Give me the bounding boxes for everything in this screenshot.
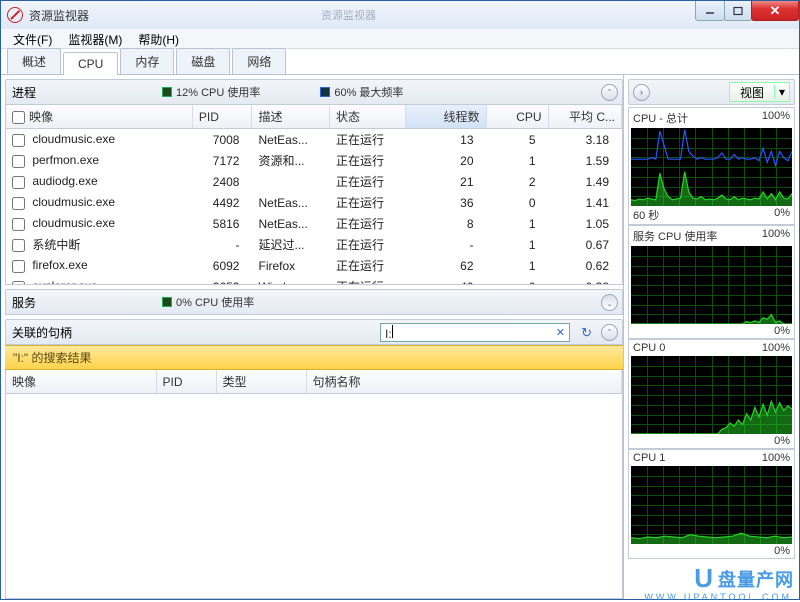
menu-help[interactable]: 帮助(H) — [130, 29, 187, 48]
table-row[interactable]: firefox.exe 6092Firefox正在运行 6210.62 — [6, 255, 622, 276]
menu-monitor[interactable]: 监视器(M) — [60, 29, 130, 48]
processes-table[interactable]: 映像 PID 描述 状态 线程数 CPU 平均 C... cloudmusic.… — [5, 105, 623, 285]
row-checkbox[interactable] — [12, 239, 25, 252]
tab-disk[interactable]: 磁盘 — [176, 48, 230, 74]
col-pid[interactable]: PID — [192, 105, 252, 129]
tab-bar: 概述 CPU 内存 磁盘 网络 — [1, 49, 799, 75]
table-row[interactable]: 系统中断 -延迟过...正在运行 -10.67 — [6, 234, 622, 255]
search-results-banner: "I:" 的搜索结果 — [5, 345, 623, 370]
hcol-image[interactable]: 映像 — [6, 370, 156, 394]
col-desc[interactable]: 描述 — [252, 105, 329, 129]
close-button[interactable]: ✕ — [751, 1, 799, 21]
select-all-checkbox[interactable] — [12, 111, 25, 124]
max-freq-icon — [320, 87, 330, 97]
hcol-name[interactable]: 句柄名称 — [306, 370, 622, 394]
col-image[interactable]: 映像 — [29, 110, 53, 124]
app-icon — [7, 7, 23, 23]
processes-title: 进程 — [12, 84, 72, 101]
row-checkbox[interactable] — [12, 197, 25, 210]
titlebar-ghost-text: 资源监视器 — [321, 7, 376, 23]
services-title: 服务 — [12, 294, 72, 311]
chart-0: CPU - 总计100% 60 秒0% — [628, 107, 795, 225]
window-title: 资源监视器 — [29, 7, 89, 24]
charts-toolbar: › 视图 ▾ — [628, 79, 795, 105]
col-cpu[interactable]: CPU — [486, 105, 548, 129]
chevron-down-icon: ▾ — [774, 85, 789, 99]
table-row[interactable]: cloudmusic.exe 5816NetEas...正在运行 811.05 — [6, 213, 622, 234]
max-freq-label: 60% 最大频率 — [334, 84, 403, 100]
tab-network[interactable]: 网络 — [232, 48, 286, 74]
titlebar[interactable]: 资源监视器 资源监视器 ✕ — [1, 1, 799, 29]
chart-2: CPU 0100% 0% — [628, 339, 795, 449]
cpu-usage-label: 12% CPU 使用率 — [176, 84, 260, 100]
collapse-processes-button[interactable]: ˆ — [601, 84, 618, 101]
app-window: 资源监视器 资源监视器 ✕ 文件(F) 监视器(M) 帮助(H) 概述 CPU … — [0, 0, 800, 600]
cpu-usage-icon — [162, 87, 172, 97]
hcol-pid[interactable]: PID — [156, 370, 216, 394]
row-checkbox[interactable] — [12, 134, 25, 147]
view-dropdown[interactable]: 视图 ▾ — [729, 82, 790, 102]
processes-header[interactable]: 进程 12% CPU 使用率 60% 最大频率 ˆ — [5, 79, 623, 105]
handles-title: 关联的句柄 — [12, 324, 72, 341]
refresh-search-icon[interactable]: ↻ — [581, 325, 592, 341]
table-row[interactable]: explorer.exe 3652Windo...正在运行 4000.38 — [6, 276, 622, 285]
tab-cpu[interactable]: CPU — [63, 52, 118, 75]
col-threads[interactable]: 线程数 — [405, 105, 486, 129]
charts-nav-button[interactable]: › — [633, 84, 650, 101]
svc-cpu-label: 0% CPU 使用率 — [176, 294, 254, 310]
row-checkbox[interactable] — [12, 218, 25, 231]
chart-1: 服务 CPU 使用率100% 0% — [628, 225, 795, 339]
collapse-services-button[interactable]: ˆ — [601, 294, 618, 311]
table-row[interactable]: cloudmusic.exe 7008NetEas...正在运行 1353.18 — [6, 129, 622, 151]
handles-header[interactable]: 关联的句柄 I: ✕ ↻ ˆ — [5, 319, 623, 345]
table-row[interactable]: perfmon.exe 7172资源和...正在运行 2011.59 — [6, 150, 622, 171]
view-label: 视图 — [730, 84, 774, 101]
tab-overview[interactable]: 概述 — [7, 48, 61, 74]
handles-table[interactable]: 映像 PID 类型 句柄名称 — [5, 370, 623, 599]
svc-cpu-icon — [162, 297, 172, 307]
tab-memory[interactable]: 内存 — [120, 48, 174, 74]
menu-file[interactable]: 文件(F) — [5, 29, 60, 48]
hcol-type[interactable]: 类型 — [216, 370, 306, 394]
col-status[interactable]: 状态 — [329, 105, 405, 129]
maximize-button[interactable] — [724, 1, 752, 21]
col-avg[interactable]: 平均 C... — [548, 105, 621, 129]
row-checkbox[interactable] — [12, 155, 25, 168]
minimize-button[interactable] — [695, 1, 725, 21]
services-header[interactable]: 服务 0% CPU 使用率 ˆ — [5, 289, 623, 315]
clear-search-icon[interactable]: ✕ — [552, 326, 569, 339]
chart-3: CPU 1100% 0% — [628, 449, 795, 559]
collapse-handles-button[interactable]: ˆ — [601, 324, 618, 341]
handles-search-input[interactable]: I: ✕ — [380, 323, 570, 342]
menubar: 文件(F) 监视器(M) 帮助(H) — [1, 29, 799, 49]
row-checkbox[interactable] — [12, 176, 25, 189]
table-row[interactable]: cloudmusic.exe 4492NetEas...正在运行 3601.41 — [6, 192, 622, 213]
table-row[interactable]: audiodg.exe 2408正在运行 2121.49 — [6, 171, 622, 192]
row-checkbox[interactable] — [12, 260, 25, 273]
row-checkbox[interactable] — [12, 281, 25, 285]
